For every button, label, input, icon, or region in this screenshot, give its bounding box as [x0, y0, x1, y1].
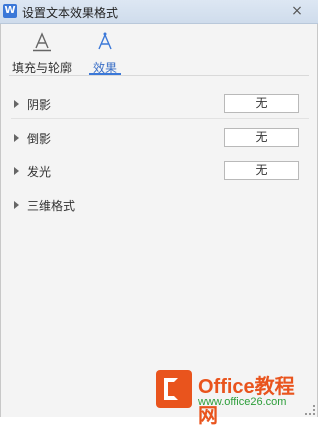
tab-fill-and-outline[interactable]: 填充与轮廓 — [9, 32, 75, 76]
effect-label-reflection: 倒影 — [27, 132, 52, 146]
text-fill-outline-icon — [33, 32, 51, 52]
effect-label-3d-format: 三维格式 — [27, 199, 76, 213]
tab-divider — [9, 75, 309, 76]
title-bar: W 设置文本效果格式 × — [0, 0, 318, 24]
effect-label-shadow: 阴影 — [27, 98, 52, 112]
expand-arrow-icon[interactable] — [14, 100, 19, 108]
office-logo-icon — [156, 370, 192, 408]
watermark-url: www.office26.com — [198, 396, 287, 408]
window-title: 设置文本效果格式 — [22, 6, 119, 20]
wps-app-icon: W — [3, 4, 17, 18]
site-watermark: Office教程网 www.office26.com — [154, 368, 314, 427]
shadow-preset-dropdown[interactable]: 无 — [224, 94, 299, 113]
effect-row-shadow[interactable]: 阴影 无 — [11, 94, 303, 114]
expand-arrow-icon[interactable] — [14, 201, 19, 209]
glow-preset-dropdown[interactable]: 无 — [224, 161, 299, 180]
effect-row-reflection[interactable]: 倒影 无 — [11, 128, 303, 148]
text-effects-pane: 填充与轮廓 效果 阴影 无 倒影 无 发光 无 三维格式 — [0, 24, 318, 417]
effect-row-3d-format[interactable]: 三维格式 — [11, 195, 303, 215]
text-effects-icon — [98, 32, 112, 50]
effect-row-glow[interactable]: 发光 无 — [11, 161, 303, 181]
expand-arrow-icon[interactable] — [14, 134, 19, 142]
section-divider — [11, 118, 309, 119]
reflection-preset-dropdown[interactable]: 无 — [224, 128, 299, 147]
expand-arrow-icon[interactable] — [14, 167, 19, 175]
close-button[interactable]: × — [286, 3, 308, 19]
tab-fill-and-outline-label: 填充与轮廓 — [11, 61, 72, 75]
effect-label-glow: 发光 — [27, 165, 52, 179]
tab-effects[interactable]: 效果 — [85, 32, 125, 76]
